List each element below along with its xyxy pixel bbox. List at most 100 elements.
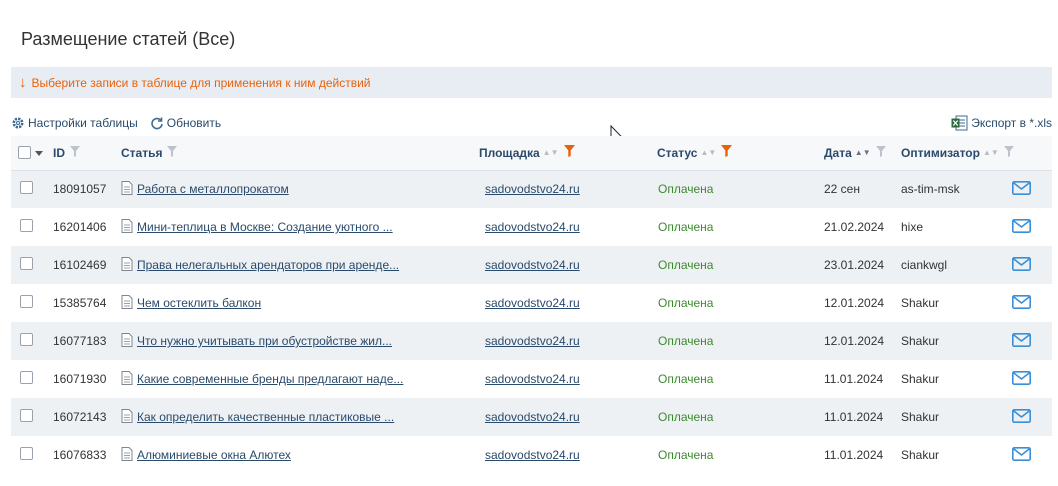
table-row[interactable]: 16076833 Алюминиевые окна Алютех sadovod… [11,436,1053,474]
row-site-cell: sadovodstvo24.ru [479,398,657,436]
optimizer-filter-icon[interactable] [1003,145,1014,160]
column-article[interactable]: Статья [121,136,479,170]
article-link[interactable]: Алюминиевые окна Алютех [137,448,291,462]
row-checkbox[interactable] [20,257,33,270]
column-optimizer[interactable]: Оптимизатор ▲▼ [901,136,1052,170]
refresh-button[interactable]: Обновить [150,116,221,130]
article-link[interactable]: Как определить качественные пластиковые … [137,410,394,424]
table-row[interactable]: 16072143 Как определить качественные пла… [11,398,1053,436]
status-filter-active-icon[interactable] [721,145,733,160]
date-filter-icon[interactable] [875,145,886,160]
document-icon [121,180,133,198]
site-link[interactable]: sadovodstvo24.ru [485,258,580,272]
article-link[interactable]: Работа с металлопрокатом [137,182,289,196]
row-optimizer: Shakur [901,334,940,348]
row-action-cell [1012,208,1052,246]
export-xls-button[interactable]: Экспорт в *.xls [951,115,1052,131]
table-row[interactable]: 16071930 Какие современные бренды предла… [11,360,1053,398]
row-id: 16102469 [53,258,107,272]
row-article-cell: Права нелегальных арендаторов при аренде… [121,246,479,284]
select-all-checkbox[interactable] [18,146,31,160]
select-menu-caret-icon[interactable] [35,146,43,160]
table-row[interactable]: 16102469 Права нелегальных арендаторов п… [11,246,1053,284]
table-toolbar: Настройки таблицы Обновить Экспорт в *.x… [11,114,1052,132]
column-id[interactable]: ID [53,136,121,170]
row-action-cell [1012,246,1052,284]
document-icon [121,256,133,274]
column-article-label: Статья [121,145,163,160]
row-checkbox[interactable] [20,409,33,422]
table-row[interactable]: 16201406 Мини-теплица в Москве: Создание… [11,208,1053,246]
site-link[interactable]: sadovodstvo24.ru [485,372,580,386]
row-site-cell: sadovodstvo24.ru [479,322,657,360]
site-link[interactable]: sadovodstvo24.ru [485,220,580,234]
row-checkbox[interactable] [20,447,33,460]
site-sort-icon[interactable]: ▲▼ [543,148,559,157]
row-optimizer: Shakur [901,448,940,462]
column-site-label: Площадка [479,145,540,160]
select-all-header [11,136,53,170]
row-id: 16071930 [53,372,107,386]
mail-icon[interactable] [1012,218,1031,236]
article-link[interactable]: Что нужно учитывать при обустройстве жил… [137,334,392,348]
article-link[interactable]: Какие современные бренды предлагают наде… [137,372,403,386]
row-optimizer: as-tim-msk [901,182,960,197]
refresh-icon [150,116,164,130]
table-row[interactable]: 18091057 Работа с металлопрокатом sadovo… [11,170,1053,208]
mail-icon[interactable] [1012,446,1031,464]
row-article-cell: Чем остеклить балкон [121,284,479,322]
mail-icon[interactable] [1012,408,1031,426]
row-id: 16072143 [53,410,107,424]
column-status[interactable]: Статус ▲▼ [657,136,824,170]
down-arrow-icon: ↓ [19,73,27,91]
document-icon [121,408,133,426]
table-row[interactable]: 15385764 Чем остеклить балкон sadovodstv… [11,284,1053,322]
site-link[interactable]: sadovodstvo24.ru [485,334,580,348]
row-id: 18091057 [53,182,107,197]
row-status: Оплачена [657,398,824,436]
row-optimizer: Shakur [901,296,940,310]
article-link[interactable]: Права нелегальных арендаторов при аренде… [137,258,399,272]
table-settings-button[interactable]: Настройки таблицы [11,116,138,130]
table-row[interactable]: 16077183 Что нужно учитывать при обустро… [11,322,1053,360]
optimizer-sort-icon[interactable]: ▲▼ [983,148,999,157]
row-site-cell: sadovodstvo24.ru [479,208,657,246]
site-link[interactable]: sadovodstvo24.ru [485,296,580,310]
row-action-cell [1012,360,1052,398]
row-date: 11.01.2024 [824,372,884,386]
table-settings-label: Настройки таблицы [28,116,138,130]
row-checkbox[interactable] [20,295,33,308]
site-link[interactable]: sadovodstvo24.ru [485,182,580,196]
row-checkbox[interactable] [20,219,33,232]
gear-icon [11,116,25,130]
site-filter-active-icon[interactable] [563,145,575,160]
column-site[interactable]: Площадка ▲▼ [479,136,657,170]
row-status: Оплачена [657,436,824,474]
export-label: Экспорт в *.xls [971,116,1052,130]
row-optimizer: ciankwgl [901,258,948,272]
row-checkbox[interactable] [20,181,33,195]
mail-icon[interactable] [1012,370,1031,388]
row-checkbox[interactable] [20,371,33,384]
row-date: 12.01.2024 [824,296,885,310]
row-status: Оплачена [657,170,824,208]
status-sort-icon[interactable]: ▲▼ [700,148,716,157]
status-badge: Оплачена [658,296,714,310]
row-checkbox[interactable] [20,333,33,346]
status-badge: Оплачена [658,334,714,348]
mail-icon[interactable] [1012,332,1031,350]
article-filter-icon[interactable] [167,145,178,160]
site-link[interactable]: sadovodstvo24.ru [485,410,580,424]
article-link[interactable]: Чем остеклить балкон [137,296,261,310]
mail-icon[interactable] [1012,256,1031,274]
column-date[interactable]: Дата ▲▼ [824,136,901,170]
article-link[interactable]: Мини-теплица в Москве: Создание уютного … [137,220,393,234]
column-optimizer-label: Оптимизатор [901,145,980,160]
site-link[interactable]: sadovodstvo24.ru [485,448,580,462]
date-sort-desc-icon[interactable]: ▲▼ [855,148,871,157]
row-optimizer: Shakur [901,372,940,386]
mail-icon[interactable] [1012,180,1031,198]
column-date-label: Дата [824,145,852,160]
id-filter-icon[interactable] [70,145,80,160]
mail-icon[interactable] [1012,294,1031,312]
